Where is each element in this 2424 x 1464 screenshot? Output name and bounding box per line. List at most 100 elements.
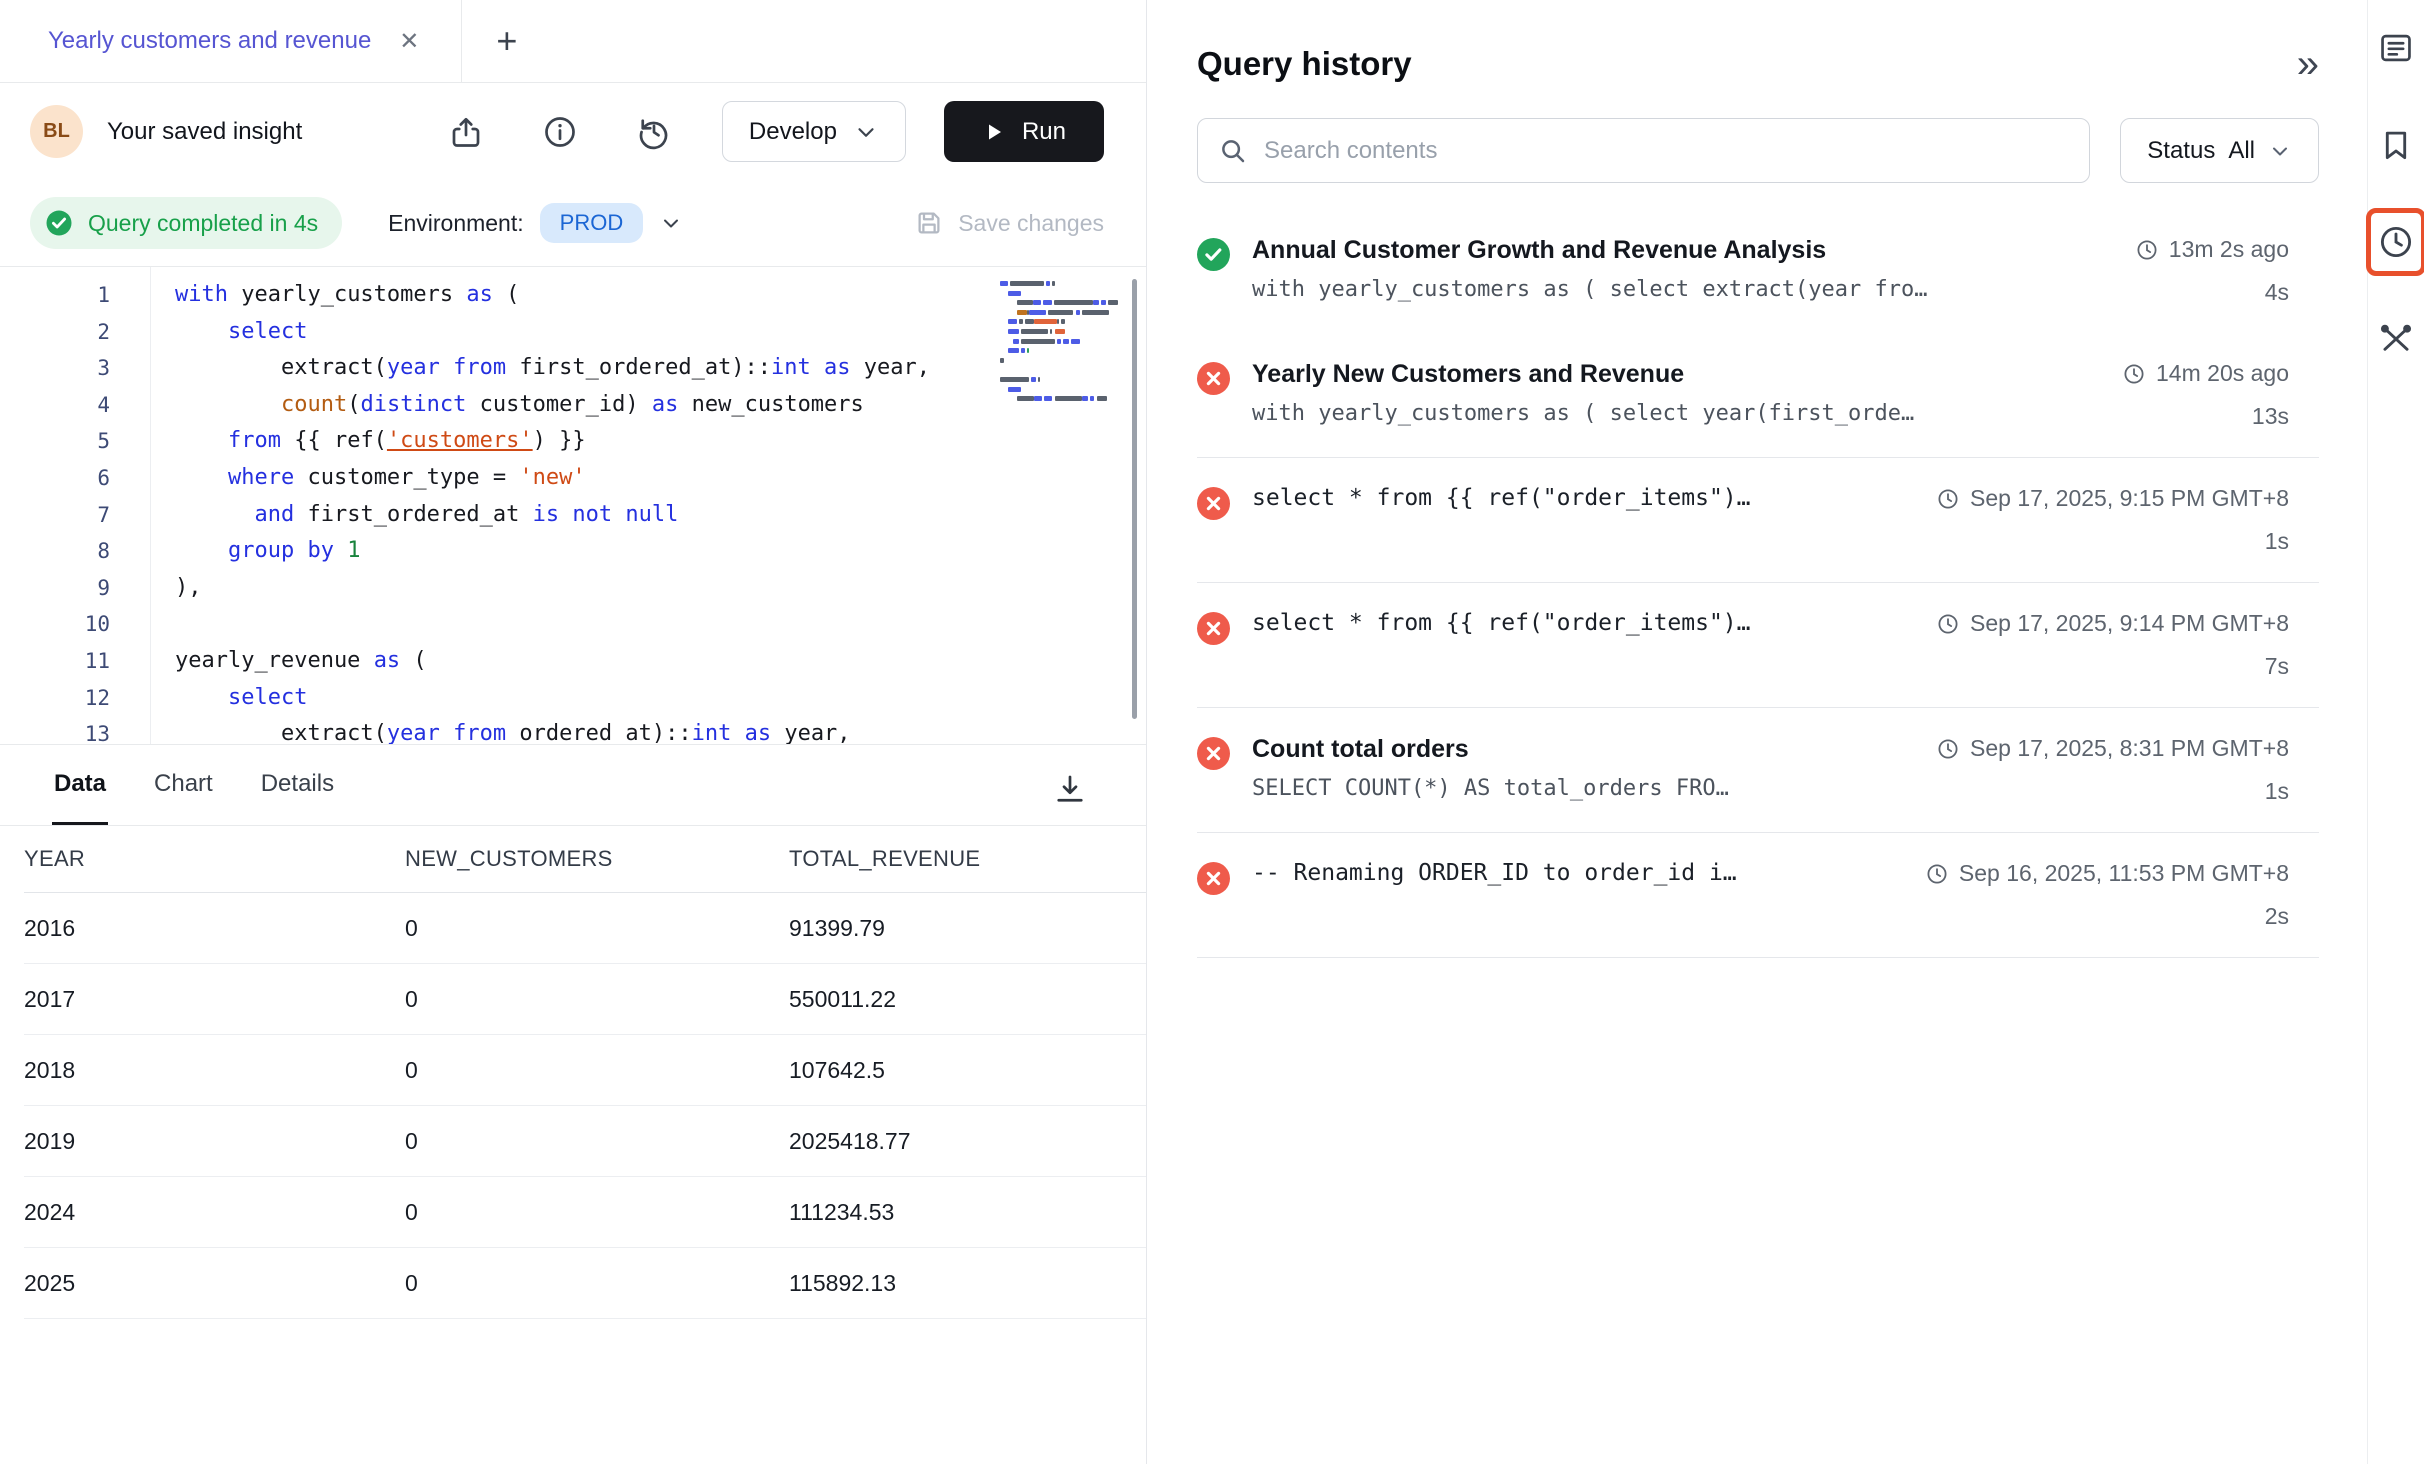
search-input[interactable] bbox=[1264, 137, 2069, 165]
success-icon bbox=[1197, 238, 1230, 271]
lineage-icon[interactable] bbox=[2374, 317, 2418, 361]
code-token bbox=[334, 538, 347, 563]
save-icon bbox=[914, 208, 944, 238]
line-number: 7 bbox=[0, 497, 110, 534]
outline-icon[interactable] bbox=[2374, 26, 2418, 70]
code-token: is bbox=[533, 502, 560, 527]
clock-icon bbox=[1936, 612, 1960, 636]
clock-icon bbox=[1925, 862, 1949, 886]
environment-value-badge: PROD bbox=[540, 203, 644, 243]
history-item[interactable]: Count total ordersSELECT COUNT(*) AS tot… bbox=[1197, 707, 2319, 832]
results-tab-details[interactable]: Details bbox=[259, 745, 336, 825]
line-number: 3 bbox=[0, 350, 110, 387]
minimap-line bbox=[1000, 387, 1118, 392]
table-row[interactable]: 20170550011.22 bbox=[24, 964, 1146, 1035]
results-tab-chart[interactable]: Chart bbox=[152, 745, 215, 825]
save-changes-button[interactable]: Save changes bbox=[914, 208, 1104, 238]
history-item[interactable]: select * from {{ ref("order_items")…Sep … bbox=[1197, 582, 2319, 707]
code-token bbox=[440, 721, 453, 744]
history-item[interactable]: -- Renaming ORDER_ID to order_id i…Sep 1… bbox=[1197, 832, 2319, 957]
code-line[interactable]: where customer_type = 'new' bbox=[175, 460, 1146, 497]
error-icon bbox=[1197, 362, 1230, 395]
minimap-line bbox=[1000, 291, 1118, 296]
editor-minimap[interactable] bbox=[1000, 281, 1118, 406]
ref-link[interactable]: 'customers' bbox=[387, 428, 533, 453]
avatar[interactable]: BL bbox=[30, 105, 83, 158]
code-line[interactable]: from {{ ref('customers') }} bbox=[175, 423, 1146, 460]
bookmark-icon[interactable] bbox=[2374, 123, 2418, 167]
minimap-line bbox=[1000, 329, 1118, 334]
download-icon bbox=[1052, 771, 1088, 807]
table-cell: 107642.5 bbox=[789, 1057, 1146, 1084]
code-token: year bbox=[387, 721, 440, 744]
code-line[interactable]: group by 1 bbox=[175, 533, 1146, 570]
share-button[interactable] bbox=[442, 108, 490, 156]
table-row[interactable]: 20250115892.13 bbox=[24, 1248, 1146, 1319]
editor-scrollbar[interactable] bbox=[1132, 279, 1137, 719]
code-area[interactable]: with yearly_customers as ( select extrac… bbox=[150, 267, 1146, 744]
code-line[interactable] bbox=[175, 606, 1146, 643]
table-row[interactable]: 201902025418.77 bbox=[24, 1106, 1146, 1177]
code-token: as bbox=[745, 721, 772, 744]
history-item[interactable]: select * from {{ ref("order_items")…Sep … bbox=[1197, 457, 2319, 582]
history-icon[interactable] bbox=[2374, 220, 2418, 264]
new-tab-button[interactable]: + bbox=[496, 23, 517, 59]
line-number: 9 bbox=[0, 570, 110, 607]
query-status-text: Query completed in 4s bbox=[88, 210, 318, 237]
download-results-button[interactable] bbox=[1046, 765, 1094, 813]
environment-label: Environment: bbox=[388, 210, 524, 237]
history-item[interactable]: Yearly New Customers and Revenuewith yea… bbox=[1197, 333, 2319, 457]
chevron-down-icon bbox=[2268, 139, 2292, 163]
code-line[interactable]: ), bbox=[175, 570, 1146, 607]
history-item-main: Count total ordersSELECT COUNT(*) AS tot… bbox=[1252, 735, 1914, 805]
status-filter-dropdown[interactable]: Status All bbox=[2120, 118, 2319, 183]
version-history-button[interactable] bbox=[630, 108, 678, 156]
query-history-panel: Query history » Status All Annual Custom… bbox=[1147, 0, 2367, 1464]
results-tab-data[interactable]: Data bbox=[52, 745, 108, 825]
run-button[interactable]: Run bbox=[944, 101, 1104, 162]
search-icon bbox=[1218, 136, 1248, 166]
table-cell: 2017 bbox=[24, 986, 405, 1013]
chevron-down-icon bbox=[659, 211, 683, 235]
code-line[interactable]: select bbox=[175, 680, 1146, 717]
table-row[interactable]: 20180107642.5 bbox=[24, 1035, 1146, 1106]
status-filter-value: All bbox=[2228, 137, 2255, 165]
error-icon bbox=[1197, 737, 1230, 770]
close-tab-icon[interactable]: ✕ bbox=[399, 27, 419, 56]
code-line[interactable]: and first_ordered_at is not null bbox=[175, 497, 1146, 534]
environment-selector[interactable]: Environment: PROD bbox=[388, 203, 683, 243]
code-token: with bbox=[175, 282, 228, 307]
collapse-panel-icon[interactable]: » bbox=[2297, 44, 2319, 84]
info-button[interactable] bbox=[536, 108, 584, 156]
results-table: YEARNEW_CUSTOMERSTOTAL_REVENUE 201609139… bbox=[0, 826, 1146, 1319]
code-token: extract( bbox=[175, 721, 387, 744]
history-item-title: Yearly New Customers and Revenue bbox=[1252, 360, 2100, 389]
share-icon bbox=[448, 114, 484, 150]
history-item[interactable]: Annual Customer Growth and Revenue Analy… bbox=[1197, 209, 2319, 333]
line-number: 6 bbox=[0, 460, 110, 497]
run-label: Run bbox=[1022, 118, 1066, 146]
table-cell: 2025 bbox=[24, 1270, 405, 1297]
table-cell: 115892.13 bbox=[789, 1270, 1146, 1297]
develop-dropdown-button[interactable]: Develop bbox=[722, 101, 906, 162]
tab-bar: Yearly customers and revenue ✕ + bbox=[0, 0, 1146, 83]
results-section: Data Chart Details YEARNEW_CUSTOMERSTOTAL_… bbox=[0, 745, 1146, 1464]
search-box[interactable] bbox=[1197, 118, 2090, 183]
tab-yearly-customers-and-revenue[interactable]: Yearly customers and revenue ✕ bbox=[0, 0, 462, 82]
code-line[interactable]: extract(year from ordered_at)::int as ye… bbox=[175, 716, 1146, 744]
results-tab-bar: Data Chart Details bbox=[0, 745, 1146, 826]
line-number: 10 bbox=[0, 606, 110, 643]
code-line[interactable]: yearly_revenue as ( bbox=[175, 643, 1146, 680]
table-cell: 111234.53 bbox=[789, 1199, 1146, 1226]
code-token: count bbox=[281, 392, 347, 417]
code-token bbox=[731, 721, 744, 744]
table-row[interactable]: 2016091399.79 bbox=[24, 893, 1146, 964]
sql-code-editor[interactable]: 12345678910111213 with yearly_customers … bbox=[0, 267, 1146, 745]
line-number: 13 bbox=[0, 716, 110, 745]
table-row[interactable]: 20240111234.53 bbox=[24, 1177, 1146, 1248]
table-cell: 0 bbox=[405, 1270, 789, 1297]
clock-icon bbox=[1936, 737, 1960, 761]
code-token: from bbox=[453, 355, 506, 380]
line-number: 1 bbox=[0, 277, 110, 314]
code-token: customer_type = bbox=[294, 465, 519, 490]
